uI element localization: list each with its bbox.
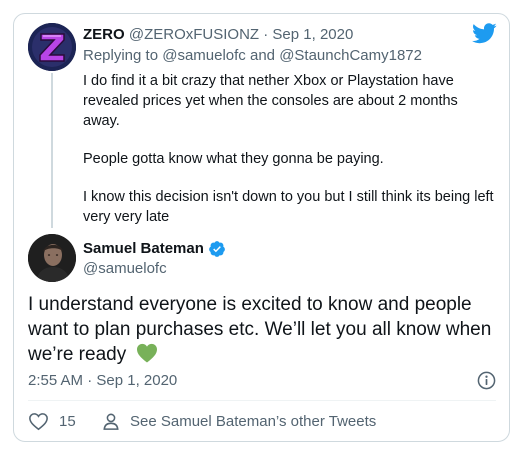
replying-user-2[interactable]: @StaunchCamy1872	[279, 47, 422, 64]
heart-outline-icon[interactable]	[28, 412, 49, 431]
like-action[interactable]: 15	[28, 412, 76, 431]
parent-display-name[interactable]: ZERO	[83, 26, 125, 43]
replying-user-1[interactable]: @samuelofc	[162, 47, 246, 64]
main-handle[interactable]: @samuelofc	[83, 260, 167, 278]
parent-date[interactable]: Sep 1, 2020	[272, 26, 353, 43]
other-tweets-link[interactable]: See Samuel Bateman’s other Tweets	[102, 412, 376, 431]
twitter-bird-icon[interactable]	[472, 23, 497, 44]
main-tweet-body: I understand everyone is excited to know…	[28, 294, 492, 365]
parent-tweet-header: ZERO @ZEROxFUSIONZ · Sep 1, 2020	[83, 26, 353, 44]
parent-paragraph: I know this decision isn't down to you b…	[83, 189, 494, 225]
replying-to-line: Replying to @samuelofc and @StaunchCamy1…	[83, 47, 422, 65]
like-count: 15	[59, 413, 76, 430]
replying-prefix: Replying to	[83, 47, 159, 64]
tweet-timestamp[interactable]: 2:55 AM · Sep 1, 2020	[28, 372, 177, 390]
other-tweets-label[interactable]: See Samuel Bateman’s other Tweets	[130, 413, 376, 430]
parent-tweet-text: I do find it a bit crazy that nether Xbo…	[83, 71, 498, 227]
main-author-row: Samuel Bateman	[83, 240, 226, 258]
info-icon[interactable]	[477, 371, 496, 390]
parent-handle[interactable]: @ZEROxFUSIONZ	[129, 26, 259, 43]
parent-paragraph: I do find it a bit crazy that nether Xbo…	[83, 73, 458, 129]
profile-photo-image	[28, 234, 76, 282]
parent-separator: ·	[263, 26, 269, 43]
thread-connector-line	[51, 73, 53, 228]
action-divider	[28, 400, 496, 401]
green-heart-emoji-icon	[136, 343, 157, 363]
main-avatar[interactable]	[28, 234, 76, 282]
main-display-name[interactable]: Samuel Bateman	[83, 240, 204, 258]
main-tweet-text: I understand everyone is excited to know…	[28, 292, 498, 367]
parent-avatar[interactable]	[28, 23, 76, 71]
person-icon	[103, 413, 119, 430]
replying-and: and	[249, 47, 276, 64]
parent-paragraph: People gotta know what they gonna be pay…	[83, 151, 384, 167]
z-logo-avatar-image	[28, 23, 76, 71]
verified-badge-icon	[209, 241, 225, 257]
